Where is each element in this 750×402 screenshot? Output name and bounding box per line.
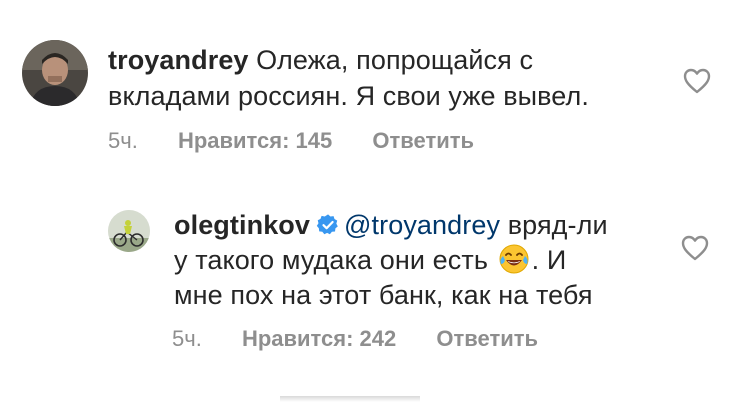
- comment-meta: 5ч. Нравится: 145 Ответить: [108, 128, 508, 154]
- reply-time: 5ч.: [172, 326, 202, 351]
- mention-link[interactable]: @troyandrey: [344, 210, 500, 240]
- reply-button[interactable]: Ответить: [436, 326, 538, 351]
- comment-text-line-1: troyandrey Олежа, попрощайся с: [108, 40, 533, 80]
- verified-badge-icon: [316, 208, 340, 235]
- reply-text: вряд-ли: [507, 210, 608, 240]
- comment-username[interactable]: troyandrey: [108, 45, 249, 75]
- reply-meta: 5ч. Нравится: 242 Ответить: [172, 326, 572, 352]
- comment-text: Олежа, попрощайся с: [256, 45, 534, 75]
- cut-off-next-item: [280, 396, 420, 402]
- reply-username[interactable]: olegtinkov: [174, 210, 310, 240]
- reply-text-part: у такого мудака они есть: [174, 245, 489, 275]
- likes-count-button[interactable]: Нравится: 242: [242, 326, 396, 351]
- reply-text-line-2: у такого мудака они есть . И: [174, 240, 566, 280]
- like-heart-icon[interactable]: [681, 235, 709, 261]
- reply-button[interactable]: Ответить: [372, 128, 474, 153]
- like-heart-icon[interactable]: [683, 68, 711, 94]
- reply-text-line-3: мне пох на этот банк, как на тебя: [174, 280, 593, 310]
- reply-text-part: . И: [531, 245, 567, 275]
- likes-count-button[interactable]: Нравится: 145: [178, 128, 332, 153]
- reply-text-line-1: olegtinkov @troyandrey вряд-ли: [174, 205, 608, 245]
- comment-time: 5ч.: [108, 128, 138, 153]
- avatar-olegtinkov[interactable]: [108, 210, 150, 252]
- face-with-tears-of-joy-icon: [498, 243, 530, 275]
- comment-text-line-2: вкладами россиян. Я свои уже вывел.: [108, 81, 589, 111]
- avatar-troyandrey[interactable]: [22, 40, 88, 106]
